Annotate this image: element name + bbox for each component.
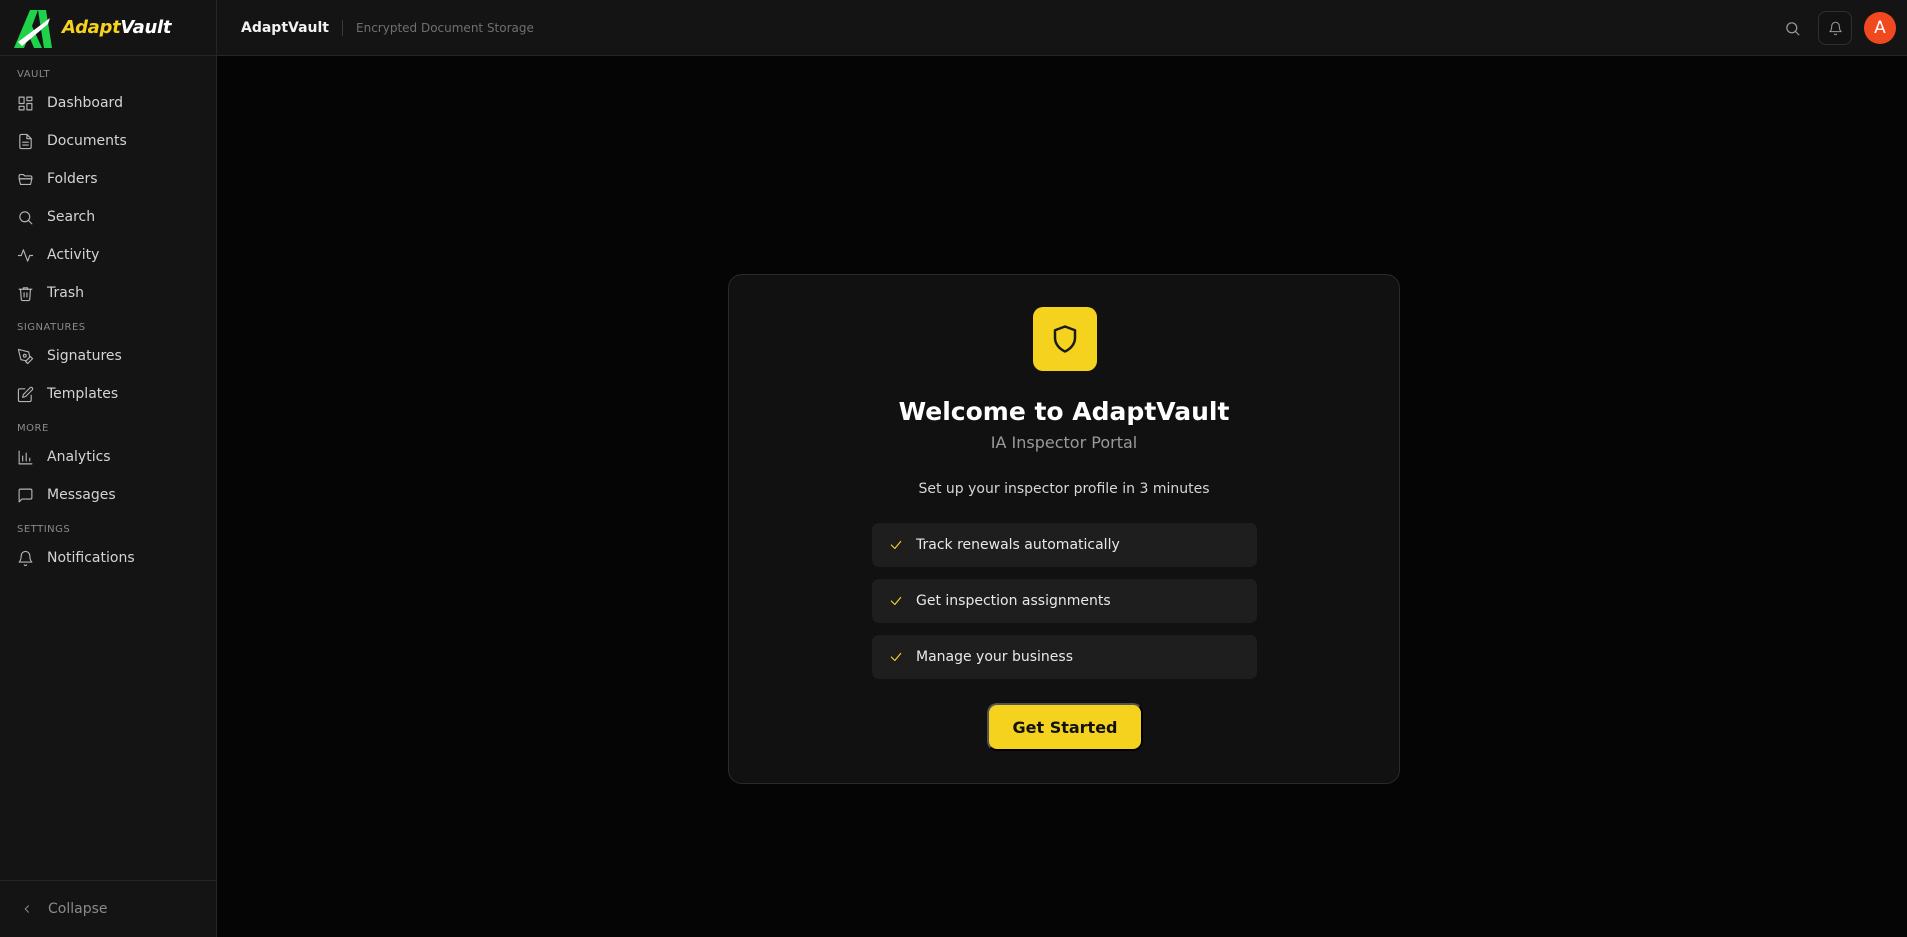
feature-item: Track renewals automatically — [872, 523, 1257, 567]
bell-icon — [1828, 21, 1842, 35]
top-actions: A — [1766, 0, 1896, 56]
nav-section-vault: VAULT — [17, 69, 51, 80]
sidebar-item-label: Signatures — [47, 348, 122, 364]
sidebar-item-folders[interactable]: Folders — [0, 160, 216, 198]
sidebar-item-dashboard[interactable]: Dashboard — [0, 84, 216, 122]
collapse-label: Collapse — [48, 901, 108, 917]
welcome-subtitle: IA Inspector Portal — [990, 433, 1138, 452]
feature-label: Manage your business — [916, 649, 1074, 665]
sidebar-item-signatures[interactable]: Signatures — [0, 337, 216, 375]
pen-icon — [17, 348, 34, 364]
feature-item: Manage your business — [872, 635, 1257, 679]
message-icon — [18, 488, 33, 502]
page-title: AdaptVault — [241, 19, 329, 36]
topbar: AdaptVault Encrypted Document Storage A — [217, 0, 1907, 56]
sidebar-item-label: Trash — [47, 285, 84, 301]
sidebar-item-activity[interactable]: Activity — [0, 236, 216, 274]
shield-badge — [1033, 307, 1097, 371]
nav-section-more: MORE — [17, 423, 49, 434]
sidebar-item-label: Dashboard — [47, 95, 123, 111]
welcome-description: Set up your inspector profile in 3 minut… — [918, 481, 1210, 497]
sidebar-item-label: Folders — [47, 171, 98, 187]
chevron-left-icon — [24, 905, 30, 913]
check-icon — [890, 540, 902, 550]
edit-icon — [17, 386, 34, 402]
sidebar-item-templates[interactable]: Templates — [0, 375, 216, 413]
avatar[interactable]: A — [1864, 12, 1896, 44]
nav-section-signatures: SIGNATURES — [17, 322, 86, 333]
welcome-title: Welcome to AdaptVault — [898, 397, 1230, 426]
search-icon — [19, 210, 33, 224]
feature-item: Get inspection assignments — [872, 579, 1257, 623]
brand-name: AdaptVault — [62, 17, 172, 38]
feature-label: Track renewals automatically — [916, 537, 1120, 553]
sidebar-item-label: Templates — [47, 386, 119, 402]
nav-section-settings: SETTINGS — [17, 524, 71, 535]
check-icon — [890, 652, 902, 662]
sidebar-item-trash[interactable]: Trash — [0, 274, 216, 312]
bar-chart-icon — [18, 450, 33, 464]
brand[interactable]: AdaptVault — [0, 0, 216, 56]
activity-icon — [17, 248, 34, 262]
trash-icon — [18, 286, 33, 301]
sidebar-item-label: Search — [47, 209, 96, 225]
search-icon — [1785, 21, 1799, 35]
sidebar-item-search[interactable]: Search — [0, 198, 216, 236]
sidebar-item-messages[interactable]: Messages — [0, 476, 216, 514]
bell-icon — [18, 550, 33, 566]
dashboard-icon — [18, 96, 33, 110]
welcome-card: Welcome to AdaptVault IA Inspector Porta… — [728, 274, 1400, 784]
shield-icon — [1053, 325, 1077, 353]
check-icon — [890, 596, 902, 606]
sidebar-item-label: Notifications — [47, 550, 135, 566]
feature-label: Get inspection assignments — [916, 593, 1111, 609]
collapse-button[interactable]: Collapse — [0, 880, 216, 937]
sidebar-item-notifications[interactable]: Notifications — [0, 539, 216, 577]
get-started-button[interactable]: Get Started — [987, 703, 1143, 751]
sidebar-item-label: Documents — [47, 133, 127, 149]
sidebar-item-documents[interactable]: Documents — [0, 122, 216, 160]
page-subtitle: Encrypted Document Storage — [356, 20, 534, 35]
title-divider — [342, 19, 343, 36]
notifications-button[interactable] — [1818, 11, 1852, 45]
search-button[interactable] — [1775, 11, 1809, 45]
sidebar-item-label: Activity — [47, 247, 100, 263]
logo-icon — [14, 9, 52, 48]
sidebar-item-label: Messages — [47, 487, 116, 503]
sidebar-item-analytics[interactable]: Analytics — [0, 438, 216, 476]
sidebar: AdaptVault VAULT Dashboard Documents Fol… — [0, 0, 217, 937]
app-root: AdaptVault VAULT Dashboard Documents Fol… — [0, 0, 1907, 937]
document-icon — [19, 133, 32, 149]
folder-icon — [18, 173, 33, 185]
sidebar-item-label: Analytics — [47, 449, 111, 465]
